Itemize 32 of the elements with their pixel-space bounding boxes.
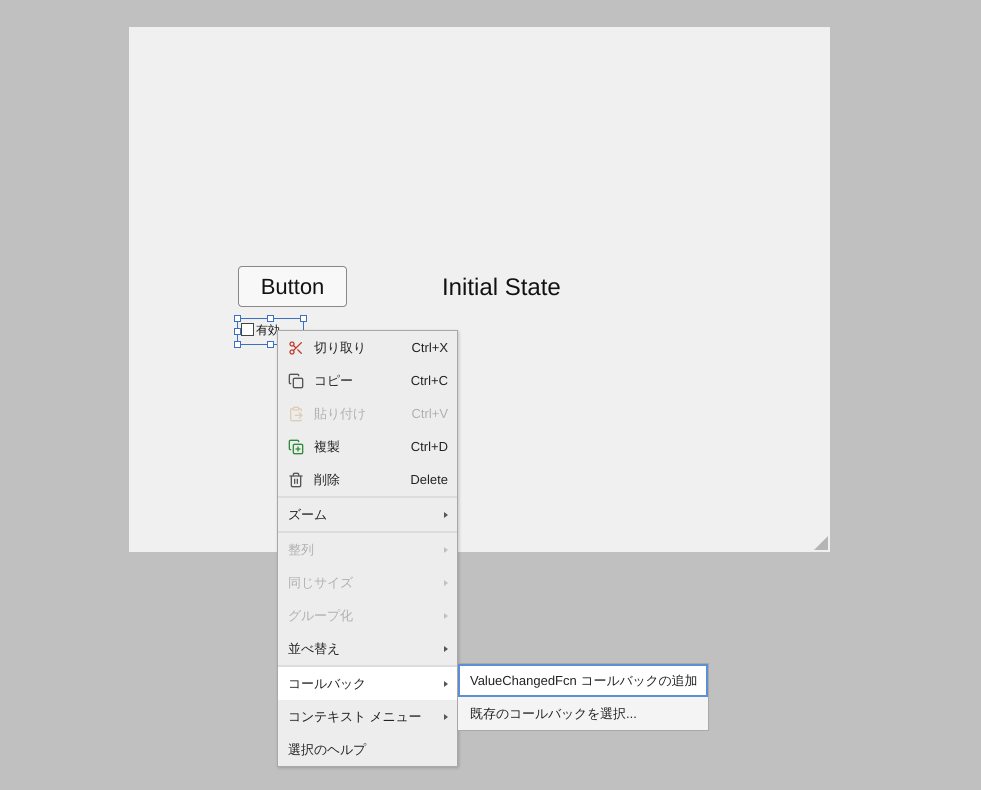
checkbox[interactable]: [241, 323, 254, 336]
shortcut-text: Ctrl+V: [412, 404, 448, 423]
menu-item[interactable]: 削除 Delete: [278, 463, 457, 496]
paste-icon: [288, 406, 304, 422]
menu-item[interactable]: 切り取り Ctrl+X: [278, 331, 457, 364]
trash-icon: [288, 472, 304, 488]
submenu-arrow-icon: [444, 680, 448, 686]
push-button[interactable]: Button: [238, 266, 347, 307]
submenu-arrow-icon: [444, 612, 448, 618]
submenu-arrow-icon: [444, 512, 448, 518]
menu-item[interactable]: コピー Ctrl+C: [278, 364, 457, 397]
shortcut-text: Delete: [410, 470, 448, 489]
submenu-arrow-icon: [444, 714, 448, 720]
submenu-arrow-icon: [444, 546, 448, 552]
menu-item[interactable]: 選択のヘルプ: [278, 733, 457, 766]
state-label: Initial State: [442, 273, 561, 303]
menu-item[interactable]: 既存のコールバックを選択...: [458, 697, 708, 730]
menu-item[interactable]: 複製 Ctrl+D: [278, 430, 457, 463]
duplicate-icon: [288, 438, 304, 454]
shortcut-text: Ctrl+C: [410, 372, 448, 390]
submenu-arrow-icon: [444, 580, 448, 586]
menu-item[interactable]: コンテキスト メニュー: [278, 700, 457, 733]
menu-item[interactable]: 並べ替え: [278, 632, 457, 665]
copy-icon: [288, 372, 304, 388]
menu-item[interactable]: ValueChangedFcn コールバックの追加: [458, 664, 708, 697]
menu-item[interactable]: ズーム: [278, 498, 457, 531]
menu-item[interactable]: コールバック: [278, 667, 457, 700]
shortcut-text: Ctrl+X: [412, 338, 448, 357]
scissors-icon: [288, 340, 304, 356]
shortcut-text: Ctrl+D: [410, 438, 448, 456]
submenu-arrow-icon: [444, 646, 448, 652]
resize-grip-icon: [814, 536, 828, 550]
